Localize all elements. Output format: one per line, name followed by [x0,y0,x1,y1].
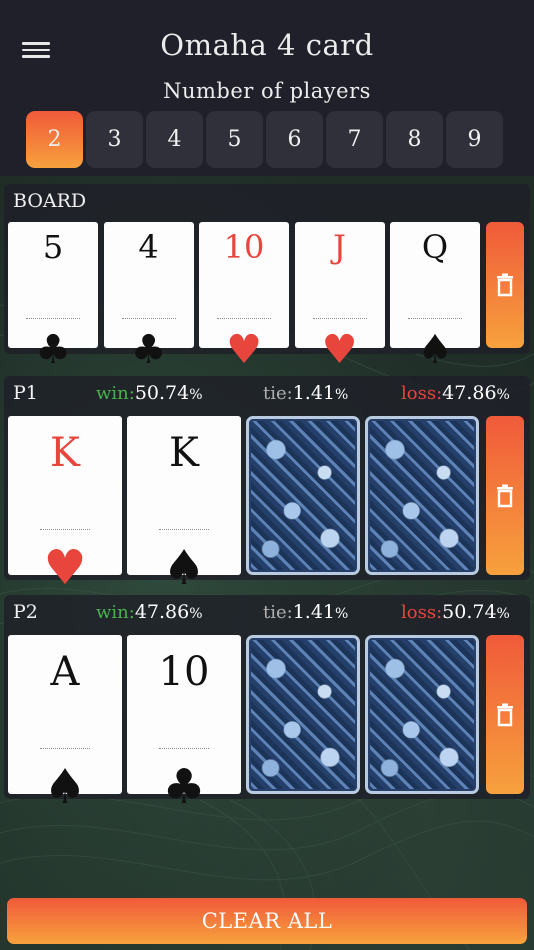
spades-suit-icon: ♠ [417,327,453,373]
card-divider [121,318,176,319]
tie-stat-label: tie: [263,602,293,623]
card-rank: J [333,228,346,266]
loss-stat-percent: % [496,387,510,403]
player-2-delete-button[interactable] [486,635,524,794]
board-card-1[interactable]: 5 ♣ [8,222,98,370]
card-divider [159,748,209,749]
card-rank: K [169,430,199,476]
hearts-suit-icon: ♥ [43,540,87,596]
tie-stat-percent: % [335,606,349,622]
loss-stat-value: 50.74 [442,601,497,623]
card-rank: 10 [158,649,210,695]
tie-stat-label: tie: [263,383,293,404]
card-rank: 5 [42,228,64,266]
tie-stat-value: 1.41 [292,382,336,404]
player-1-card-1[interactable]: K ♥ [8,416,122,592]
card-back-empty-slot[interactable] [246,635,360,794]
tie-stat: tie:1.41% [263,601,348,623]
player-2-card-1[interactable]: A ♠ [8,635,122,811]
tie-stat: tie:1.41% [263,382,348,404]
clubs-suit-icon: ♣ [130,327,167,373]
player-1-panel: P1 win:50.74% tie:1.41% loss:47.86% K ♥ K ♠ [4,376,530,592]
player-count-4-button[interactable]: 4 [146,111,203,168]
player-count-7-button[interactable]: 7 [326,111,383,168]
card-rank: A [50,649,80,695]
board-card-2[interactable]: 4 ♣ [103,222,194,370]
player-label: P2 [13,601,38,623]
card-back-empty-slot[interactable] [246,416,360,575]
player-count-8-button[interactable]: 8 [386,111,443,168]
board-card-5[interactable]: Q ♠ [390,222,480,370]
trash-icon [497,273,513,297]
loss-stat-label: loss: [401,383,443,404]
hearts-suit-icon: ♥ [321,327,358,373]
board-card-4[interactable]: J ♥ [294,222,385,370]
card-divider [40,748,90,749]
card-rank: 10 [223,228,265,266]
board-panel: BOARD 5 ♣ 4 ♣ 10 ♥ J ♥ Q ♠ [4,184,530,370]
trash-icon [497,484,513,507]
tie-stat-value: 1.41 [292,601,336,623]
player-count-selector: 23456789 [26,111,503,168]
player-count-5-button[interactable]: 5 [206,111,263,168]
spades-suit-icon: ♠ [43,759,87,815]
page-title: Omaha 4 card [160,28,374,62]
card-back-empty-slot[interactable] [365,635,479,794]
player-1-delete-button[interactable] [486,416,524,575]
hearts-suit-icon: ♥ [226,327,262,373]
card-divider [40,529,90,530]
player-count-9-button[interactable]: 9 [446,111,503,168]
card-divider [312,318,367,319]
win-stat-percent: % [189,606,203,622]
trash-icon [497,703,513,726]
loss-stat-value: 47.86 [442,382,497,404]
player-2-panel: P2 win:47.86% tie:1.41% loss:50.74% A ♠ 10 ♣ [4,595,530,811]
win-stat-value: 50.74 [134,382,190,404]
card-divider [408,318,462,319]
card-divider [217,318,271,319]
win-stat: win:47.86% [96,601,203,623]
card-divider [159,529,209,530]
player-count-2-button[interactable]: 2 [26,111,83,168]
player-count-6-button[interactable]: 6 [266,111,323,168]
clear-all-button[interactable]: CLEAR ALL [7,898,527,944]
card-rank: 4 [138,228,159,266]
win-stat-label: win: [96,602,135,623]
card-back-empty-slot[interactable] [365,416,479,575]
tie-stat-percent: % [335,387,349,403]
players-count-label: Number of players [163,79,371,103]
player-label: P1 [13,382,38,404]
card-rank: K [50,430,80,476]
board-card-3[interactable]: 10 ♥ [199,222,289,370]
clubs-suit-icon: ♣ [35,327,71,373]
win-stat: win:50.74% [96,382,203,404]
loss-stat: loss:47.86% [401,382,510,404]
player-count-3-button[interactable]: 3 [86,111,143,168]
loss-stat-percent: % [496,606,510,622]
win-stat-value: 47.86 [134,601,190,623]
card-rank: Q [421,228,449,266]
app-header: Omaha 4 card Number of players 23456789 [0,0,534,176]
spades-suit-icon: ♠ [162,540,206,596]
board-delete-button[interactable] [486,222,524,348]
loss-stat: loss:50.74% [401,601,510,623]
win-stat-label: win: [96,383,135,404]
player-2-card-2[interactable]: 10 ♣ [127,635,241,811]
win-stat-percent: % [189,387,203,403]
loss-stat-label: loss: [401,602,443,623]
clubs-suit-icon: ♣ [162,759,206,815]
player-1-card-2[interactable]: K ♠ [127,416,241,592]
board-label: BOARD [13,190,87,212]
card-divider [26,318,80,319]
